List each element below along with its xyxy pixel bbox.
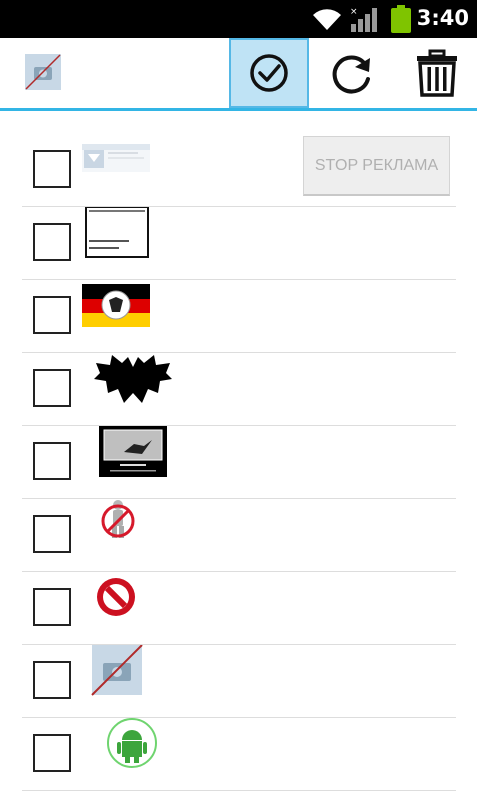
list-item	[22, 718, 456, 791]
battery-icon	[391, 5, 411, 33]
android-logo-thumb	[107, 718, 157, 768]
signal-icon: ×	[350, 7, 377, 32]
status-bar: × 3:40	[0, 0, 477, 38]
ink-blot-thumb	[94, 355, 172, 403]
item-checkbox[interactable]	[33, 442, 71, 480]
item-checkbox[interactable]	[33, 369, 71, 407]
refresh-icon	[332, 55, 370, 94]
action-bar	[0, 38, 477, 111]
trash-icon	[417, 49, 457, 97]
list-item	[22, 353, 456, 426]
clock: 3:40	[416, 6, 469, 30]
item-checkbox[interactable]	[33, 515, 71, 553]
no-sign-figure-thumb	[101, 500, 135, 538]
german-flag-thumb	[82, 284, 150, 327]
item-checkbox[interactable]	[33, 588, 71, 626]
motivator-poster-thumb	[99, 426, 167, 477]
blurred-screenshot-thumb	[82, 144, 150, 172]
item-checkbox[interactable]	[33, 734, 71, 772]
image-list: STOP РЕКЛАМА	[22, 134, 456, 791]
text-screenshot-thumb	[85, 207, 149, 258]
list-item	[22, 207, 456, 280]
item-checkbox[interactable]	[33, 296, 71, 334]
select-all-button[interactable]	[229, 38, 309, 108]
list-item	[22, 280, 456, 353]
list-item: STOP РЕКЛАМА	[22, 134, 456, 207]
item-checkbox[interactable]	[33, 150, 71, 188]
list-item	[22, 645, 456, 718]
svg-text:×: ×	[350, 7, 358, 17]
list-item	[22, 572, 456, 645]
wifi-icon	[313, 9, 341, 31]
stop-ads-button[interactable]: STOP РЕКЛАМА	[303, 136, 450, 196]
prohibition-sign-thumb	[97, 578, 135, 616]
delete-button[interactable]	[397, 38, 477, 108]
check-circle-icon	[250, 54, 288, 92]
no-image-icon	[25, 54, 61, 90]
item-checkbox[interactable]	[33, 661, 71, 699]
list-item	[22, 499, 456, 572]
list-item	[22, 426, 456, 499]
refresh-button[interactable]	[312, 38, 392, 108]
item-checkbox[interactable]	[33, 223, 71, 261]
no-image-thumb	[91, 645, 143, 696]
